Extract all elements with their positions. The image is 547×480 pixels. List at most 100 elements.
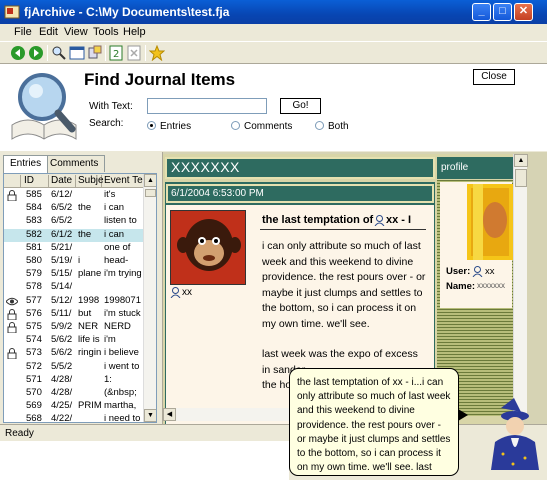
user-icon bbox=[170, 287, 181, 298]
delete-icon[interactable] bbox=[126, 45, 142, 61]
table-row[interactable]: 581 5/21/one of bbox=[4, 242, 144, 255]
search-text-input[interactable] bbox=[147, 98, 267, 114]
export-icon[interactable]: 2 bbox=[108, 45, 124, 61]
scroll-thumb[interactable] bbox=[515, 169, 527, 187]
journal-hscrollbar[interactable]: ◀ bbox=[163, 408, 293, 421]
scroll-down-button[interactable]: ▼ bbox=[144, 409, 156, 422]
cell-id: 573 bbox=[26, 347, 42, 359]
tab-comments[interactable]: Comments bbox=[43, 155, 106, 172]
radio-entries[interactable] bbox=[147, 121, 156, 130]
table-row[interactable]: 580 5/19/i head- bbox=[4, 255, 144, 268]
table-row[interactable]: 576 5/11/but i'm stuck bbox=[4, 308, 144, 321]
app-icon bbox=[4, 5, 20, 19]
entry-title-user[interactable]: xx - I bbox=[386, 214, 411, 226]
back-icon[interactable] bbox=[10, 45, 26, 61]
table-row[interactable]: 579 5/15/plane i'm trying bbox=[4, 268, 144, 281]
profile-tab[interactable]: profile bbox=[437, 157, 513, 179]
cell-event-text: (&nbsp; bbox=[104, 387, 137, 398]
column-icon[interactable] bbox=[4, 175, 21, 188]
forward-icon[interactable] bbox=[28, 45, 44, 61]
scroll-up-button[interactable]: ▲ bbox=[144, 174, 156, 187]
menu-help[interactable]: Help bbox=[123, 26, 146, 38]
assistant-tooltip: the last temptation of xx - i...i can on… bbox=[289, 368, 468, 476]
menu-edit[interactable]: Edit bbox=[39, 26, 58, 38]
find-title: Find Journal Items bbox=[84, 70, 236, 89]
cell-event-text: 1: bbox=[104, 373, 112, 385]
cell-id: 577 bbox=[26, 294, 42, 306]
close-window-button[interactable]: ✕ bbox=[514, 3, 533, 21]
menu-file[interactable]: File bbox=[14, 26, 32, 38]
cell-subject: PRIM bbox=[78, 400, 102, 412]
find-magnifier-icon bbox=[11, 73, 77, 140]
table-row[interactable]: 578 5/14/ bbox=[4, 281, 144, 294]
lock-icon bbox=[7, 322, 17, 333]
maximize-button[interactable]: □ bbox=[493, 3, 512, 21]
window-title: fjArchive - C:\My Documents\test.fja bbox=[24, 5, 230, 19]
table-row[interactable]: 582 6/1/2 the i can bbox=[4, 228, 144, 242]
table-row[interactable]: 571 4/28/1: bbox=[4, 374, 144, 387]
cell-date: 5/6/2 bbox=[51, 347, 73, 359]
table-row[interactable]: 572 5/5/2 i went to bbox=[4, 361, 144, 374]
window-icon[interactable] bbox=[69, 45, 85, 61]
table-row[interactable]: 585 6/12/it's bbox=[4, 189, 144, 202]
tab-entries[interactable]: Entries bbox=[3, 155, 49, 173]
cell-subject: the bbox=[78, 202, 92, 214]
column-date[interactable]: Date bbox=[49, 175, 76, 188]
cell-event-text: i'm stuck bbox=[104, 307, 141, 319]
table-row[interactable]: 574 5/6/2 life is i'm bbox=[4, 334, 144, 347]
scroll-thumb[interactable] bbox=[145, 189, 156, 197]
cell-id: 585 bbox=[26, 189, 42, 200]
wizard-assistant-icon[interactable] bbox=[481, 398, 545, 470]
title-bar[interactable]: fjArchive - C:\My Documents\test.fja _ □… bbox=[0, 0, 547, 24]
journal-scrollbar[interactable]: ▲ bbox=[513, 154, 528, 416]
table-row[interactable]: 570 4/28/ (&nbsp; bbox=[4, 387, 144, 400]
tools-icon[interactable] bbox=[87, 45, 103, 61]
cell-date: 4/28/ bbox=[51, 387, 73, 398]
table-row[interactable]: 583 6/5/2 listen to bbox=[4, 215, 144, 228]
cell-date: 5/12/ bbox=[51, 294, 73, 306]
list-scrollbar[interactable]: ▲ ▼ bbox=[143, 174, 156, 422]
radio-both[interactable] bbox=[315, 121, 324, 130]
cell-event-text: listen to bbox=[104, 215, 137, 227]
table-row[interactable]: 577 5/12/1998 1998071 bbox=[4, 295, 144, 308]
cell-id: 568 bbox=[26, 413, 42, 423]
cell-subject: the bbox=[78, 228, 92, 240]
table-row[interactable]: 573 5/6/2 ringin i believe bbox=[4, 347, 144, 360]
cell-id: 575 bbox=[26, 321, 42, 332]
cell-date: 4/28/ bbox=[51, 373, 73, 385]
avatar-user-name[interactable]: xx bbox=[182, 287, 192, 298]
search-icon[interactable] bbox=[51, 45, 67, 61]
find-panel: Find Journal Items With Text: Go! Close … bbox=[0, 63, 547, 151]
cell-subject: ringin bbox=[78, 347, 102, 359]
star-icon[interactable] bbox=[149, 45, 165, 61]
cell-date: 5/15/ bbox=[51, 268, 73, 280]
table-row[interactable]: 569 4/25/PRIM martha, bbox=[4, 400, 144, 413]
table-row[interactable]: 584 6/5/2 the i can bbox=[4, 202, 144, 215]
cell-subject: plane bbox=[78, 268, 102, 280]
table-row[interactable]: 568 4/22/i need to bbox=[4, 413, 144, 423]
cell-id: 574 bbox=[26, 334, 42, 346]
scroll-left-button[interactable]: ◀ bbox=[163, 408, 176, 421]
status-bar: Ready bbox=[0, 424, 547, 441]
minimize-button[interactable]: _ bbox=[472, 3, 491, 21]
column-subject[interactable]: Subje bbox=[76, 175, 104, 188]
radio-both-label: Both bbox=[328, 121, 349, 132]
menu-tools[interactable]: Tools bbox=[93, 26, 119, 38]
column-event-text[interactable]: Event Te bbox=[102, 175, 144, 188]
cell-id: 569 bbox=[26, 400, 42, 412]
menu-view[interactable]: View bbox=[64, 26, 88, 38]
go-button[interactable]: Go! bbox=[280, 98, 321, 114]
profile-user[interactable]: xx bbox=[485, 266, 495, 277]
cell-date: 5/14/ bbox=[51, 281, 73, 293]
entry-date: 6/1/2004 6:53:00 PM bbox=[166, 184, 434, 203]
column-id[interactable]: ID bbox=[22, 175, 49, 188]
entries-list: ID Date Subje Event Te 585 6/12/it's 584 6/… bbox=[3, 173, 157, 423]
journal-header: XXXXXXX bbox=[165, 157, 435, 179]
radio-comments[interactable] bbox=[231, 121, 240, 130]
close-find-button[interactable]: Close bbox=[473, 69, 515, 85]
scroll-up-button[interactable]: ▲ bbox=[514, 154, 528, 167]
cell-event-text: i can bbox=[104, 228, 125, 240]
cell-event-text: i'm bbox=[104, 334, 116, 346]
cell-event-text: it's bbox=[104, 189, 116, 200]
table-row[interactable]: 575 5/9/2 NER NERD bbox=[4, 321, 144, 334]
